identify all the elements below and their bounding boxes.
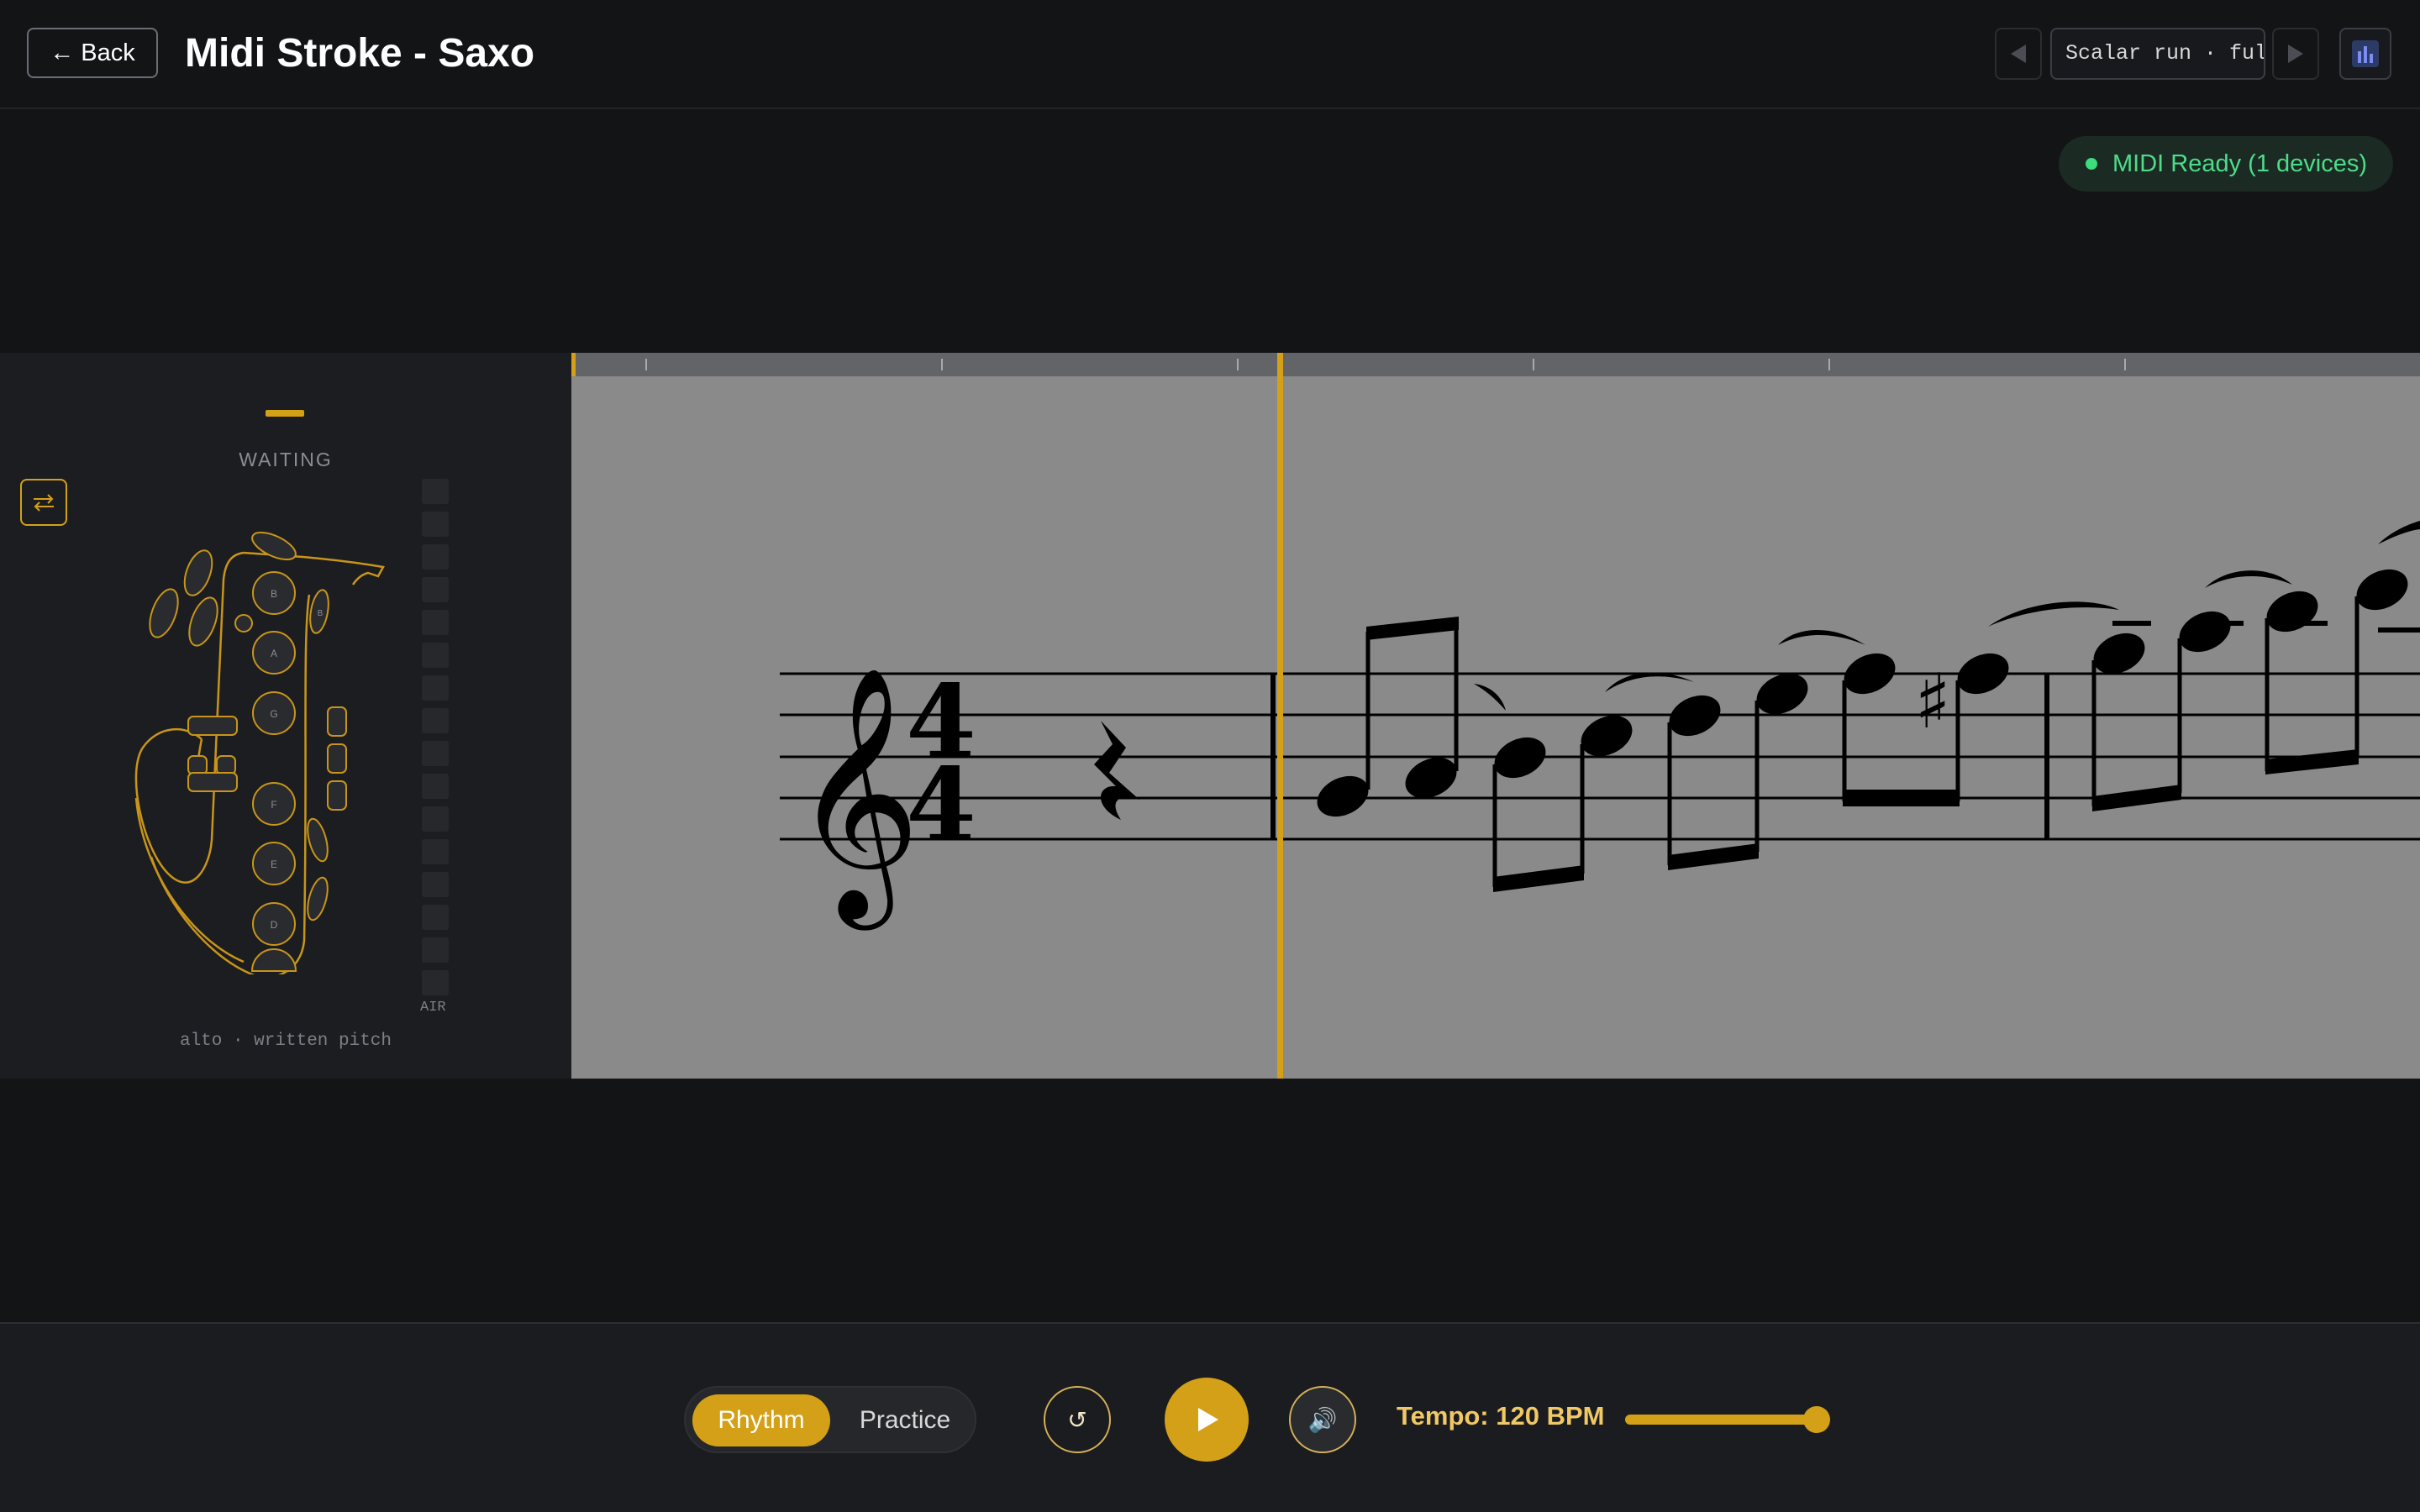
exercise-select[interactable]: Scalar run · full — [2050, 28, 2265, 80]
side-key-2 — [187, 755, 208, 775]
triangle-right-icon — [2288, 45, 2303, 63]
low-c-key — [250, 948, 297, 972]
tempo-label: Tempo: 120 BPM — [1397, 1401, 1605, 1431]
tempo-slider[interactable] — [1625, 1406, 1830, 1433]
octave-key — [251, 531, 297, 561]
swap-button[interactable] — [20, 479, 67, 526]
side-key-1 — [187, 716, 238, 736]
key-label: D — [271, 919, 278, 931]
key-label: F — [271, 799, 276, 811]
palm-key-2 — [149, 588, 179, 638]
back-button[interactable]: ← Back — [27, 28, 158, 78]
reset-button[interactable]: ↺ — [1044, 1386, 1111, 1453]
play-button[interactable] — [1165, 1378, 1249, 1462]
side-key-4 — [187, 772, 238, 792]
stats-button[interactable] — [2339, 28, 2391, 80]
transport-bar: Rhythm Practice ↺ 🔊 Tempo: 120 BPM — [0, 1322, 2420, 1512]
key-label: A — [271, 648, 277, 659]
speaker-icon: 🔊 — [1307, 1406, 1338, 1433]
quarter-rest-icon — [1094, 721, 1139, 820]
air-meter-label: AIR — [420, 1000, 446, 1016]
playhead[interactable] — [1277, 353, 1283, 1079]
right-side-key-3 — [327, 780, 347, 811]
mode-toggle: Rhythm Practice — [684, 1386, 976, 1453]
midi-status-label: MIDI Ready (1 devices) — [2112, 150, 2367, 177]
key-label: G — [270, 708, 277, 720]
tempo-slider-thumb[interactable] — [1803, 1406, 1830, 1433]
palm-key-1 — [183, 549, 213, 596]
key-label: E — [271, 858, 277, 870]
prev-exercise-button[interactable] — [1995, 28, 2042, 80]
reset-icon: ↺ — [1067, 1406, 1087, 1433]
side-key-3 — [216, 755, 236, 775]
score-area[interactable]: 𝄞 4 4 ♯ — [571, 353, 2420, 1079]
front-f-key — [234, 614, 253, 633]
palm-key-3 — [188, 596, 218, 647]
mode-rhythm-button[interactable]: Rhythm — [692, 1394, 830, 1446]
right-side-key-2 — [327, 743, 347, 774]
page-title: Midi Stroke - Saxo — [185, 31, 535, 76]
tempo-slider-fill — [1625, 1415, 1817, 1425]
time-sig-bottom: 4 — [906, 746, 976, 864]
metronome-button[interactable]: 🔊 — [1289, 1386, 1356, 1453]
low-key-1 — [307, 817, 329, 863]
right-side-key-1 — [327, 706, 347, 737]
music-staff: 𝄞 4 4 ♯ — [780, 521, 2420, 932]
note-indicator — [266, 410, 304, 417]
treble-clef-icon: 𝄞 — [792, 665, 921, 932]
next-exercise-button[interactable] — [2272, 28, 2319, 80]
sharp-icon: ♯ — [1914, 658, 1951, 746]
bar-chart-icon — [2352, 40, 2379, 67]
mode-practice-button[interactable]: Practice — [842, 1394, 968, 1446]
air-meter — [422, 479, 449, 1003]
sax-caption: alto · written pitch — [179, 1032, 392, 1051]
status-dot-icon — [2086, 158, 2097, 170]
triangle-left-icon — [2011, 45, 2026, 63]
side-key-label: B — [318, 609, 324, 618]
low-key-2 — [307, 876, 329, 921]
key-label: B — [271, 588, 277, 600]
swap-arrows-icon — [34, 494, 54, 512]
saxophone-diagram: B A G F E D B — [134, 531, 385, 974]
noteheads — [1317, 569, 2408, 817]
sax-state-label: WAITING — [239, 449, 333, 470]
midi-status-badge: MIDI Ready (1 devices) — [2059, 136, 2393, 192]
play-icon — [1198, 1408, 1218, 1431]
sax-fingering-panel: WAITING B A G F E D B AIR alto · written… — [0, 353, 571, 1079]
app-header: ← Back Midi Stroke - Saxo Scalar run · f… — [0, 0, 2420, 109]
